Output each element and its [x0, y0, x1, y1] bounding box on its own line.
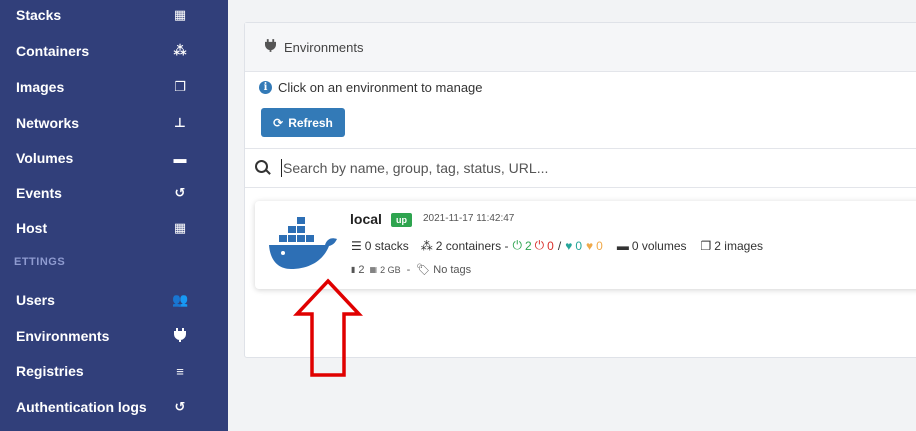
refresh-button[interactable]: ⟳ Refresh — [261, 108, 345, 137]
grid-icon: ▦ — [173, 220, 187, 235]
annotation-arrow — [293, 278, 363, 377]
settings-section-label: ETTINGS — [14, 256, 66, 268]
healthy-count: 0 — [575, 238, 583, 253]
tags-text: No tags — [433, 263, 472, 276]
unhealthy-count: 0 — [596, 238, 603, 253]
history-icon: ↺ — [174, 399, 186, 414]
cpu-icon: ▮ — [351, 265, 356, 274]
sidebar-item-label: Volumes — [16, 150, 74, 166]
sidebar-item-label: Networks — [16, 115, 80, 131]
stopped-count: 0 — [547, 238, 554, 253]
info-message: i Click on an environment to manage — [259, 80, 483, 95]
cubes-icon: ⁂ — [173, 43, 187, 58]
sidebar-item-label: Containers — [16, 43, 90, 59]
panel-header: Environments — [245, 23, 916, 72]
search-input[interactable] — [281, 159, 845, 177]
sidebar-item-images[interactable]: Images ❐ — [0, 69, 228, 105]
running-count: 2 — [524, 238, 532, 253]
hdd-icon: ▬ — [173, 150, 187, 166]
sidebar-item-label: Users — [16, 292, 55, 308]
images-count: 2 images — [714, 238, 763, 253]
clone-icon: ❐ — [700, 238, 712, 253]
plug-icon — [265, 39, 276, 55]
power-stopped-icon: ⏻ — [534, 238, 545, 252]
environment-stats: ☰ 0 stacks ⁂ 2 containers - ⏻ 2 ⏻ 0 / ♥ … — [351, 238, 763, 253]
clone-icon: ❐ — [174, 79, 186, 94]
search-bar — [245, 148, 916, 188]
sitemap-icon: ⊥ — [174, 115, 186, 130]
environment-timestamp: 2021-11-17 11:42:47 — [423, 213, 515, 224]
cpu-count: 2 — [358, 263, 365, 276]
stats-separator: / — [557, 238, 562, 253]
sidebar-item-volumes[interactable]: Volumes ▬ — [0, 140, 228, 176]
sidebar-item-containers[interactable]: Containers ⁂ — [0, 33, 228, 69]
sidebar-item-label: Events — [16, 185, 62, 201]
volumes-count: 0 volumes — [631, 238, 687, 253]
sidebar-item-label: Registries — [16, 363, 84, 379]
info-text: Click on an environment to manage — [278, 80, 483, 95]
sidebar-item-label: Stacks — [16, 7, 62, 23]
sidebar-item-events[interactable]: Events ↺ — [0, 175, 228, 211]
history-icon: ↺ — [174, 185, 186, 200]
environment-card[interactable]: local up 2021-11-17 11:42:47 ☰ 0 stacks … — [255, 201, 916, 289]
tags-icon: 🏷 — [416, 264, 431, 276]
memory-size: 2 GB — [380, 264, 401, 275]
sidebar-item-registries[interactable]: Registries ≡ — [0, 353, 228, 389]
plug-icon — [172, 327, 188, 345]
info-icon: i — [259, 81, 272, 94]
sidebar-item-host[interactable]: Host ▦ — [0, 210, 228, 246]
hdd-icon: ▬ — [616, 238, 629, 253]
sidebar-item-stacks[interactable]: Stacks ▦ — [0, 0, 228, 33]
power-running-icon: ⏻ — [512, 238, 522, 252]
heartbeat-unhealthy-icon: ♥ — [586, 238, 594, 253]
docker-logo — [269, 217, 337, 269]
containers-count: 2 containers - — [435, 238, 509, 253]
stacks-icon: ▦ — [173, 7, 187, 22]
users-icon: 👥 — [172, 292, 189, 307]
search-icon — [255, 160, 271, 176]
heartbeat-healthy-icon: ♥ — [565, 238, 573, 253]
database-icon: ≡ — [176, 363, 184, 379]
sidebar-item-users[interactable]: Users 👥 — [0, 282, 228, 318]
sidebar: Stacks ▦ Containers ⁂ Images ❐ Networks … — [0, 0, 228, 431]
sidebar-item-environments[interactable]: Environments — [0, 318, 228, 354]
stacks-icon: ☰ — [351, 238, 362, 253]
refresh-icon: ⟳ — [273, 115, 284, 130]
status-badge: up — [391, 213, 412, 227]
cubes-icon: ⁂ — [420, 238, 433, 253]
stacks-count: 0 stacks — [364, 238, 409, 253]
panel-title: Environments — [284, 39, 364, 55]
environment-meta: ▮ 2 ▦ 2 GB - 🏷 No tags — [351, 263, 472, 277]
sidebar-item-authentication-logs[interactable]: Authentication logs ↺ — [0, 389, 228, 425]
sidebar-item-label: Environments — [16, 328, 110, 344]
sidebar-item-label: Images — [16, 79, 65, 95]
sidebar-item-label: Host — [16, 220, 48, 236]
memory-icon: ▦ — [369, 265, 378, 274]
refresh-label: Refresh — [288, 115, 333, 130]
meta-separator: - — [406, 263, 411, 276]
sidebar-item-networks[interactable]: Networks ⊥ — [0, 105, 228, 141]
sidebar-item-label: Authentication logs — [16, 399, 147, 415]
environment-name: local — [350, 211, 382, 227]
